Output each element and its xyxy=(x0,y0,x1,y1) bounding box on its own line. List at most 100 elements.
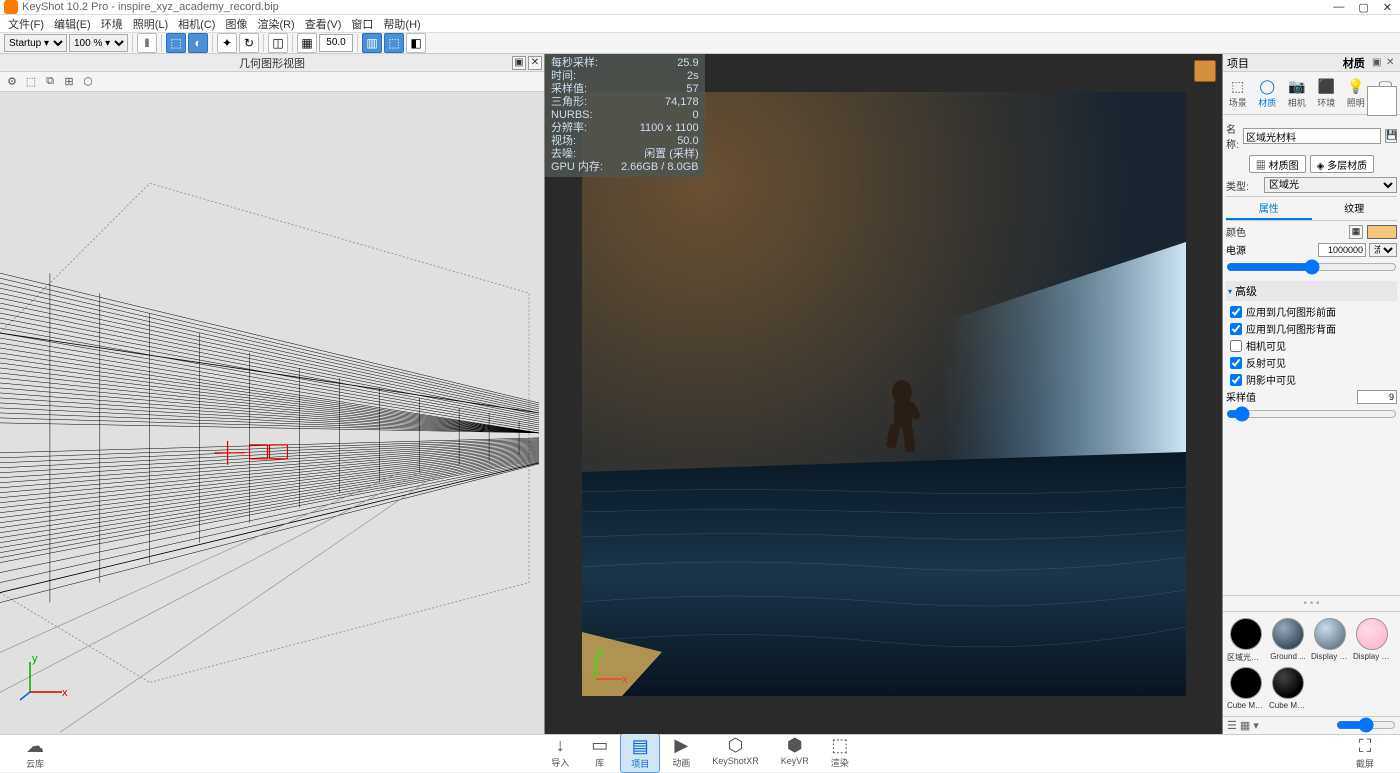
samples-slider[interactable] xyxy=(1226,406,1397,422)
tab-照明[interactable]: 💡照明 xyxy=(1343,75,1369,111)
subtab-textures[interactable]: 纹理 xyxy=(1312,197,1398,220)
zoom-select[interactable]: 100 % ▾ xyxy=(69,34,128,52)
thumbnail-size-slider[interactable] xyxy=(1336,717,1396,733)
grid-icon[interactable]: ⊞ xyxy=(61,74,77,90)
menu-env[interactable]: 环境 xyxy=(97,15,127,33)
material-ball[interactable]: Ground ... xyxy=(1269,618,1307,663)
pause-button[interactable]: ‖ xyxy=(137,33,157,53)
tab-环境[interactable]: ⬛环境 xyxy=(1313,75,1339,111)
tab-相机[interactable]: 📷相机 xyxy=(1284,75,1310,111)
tool-3[interactable]: ◫ xyxy=(268,33,288,53)
samples-label: 采样值 xyxy=(1226,389,1260,404)
material-ball[interactable]: Display c... xyxy=(1311,618,1349,663)
close-icon[interactable]: ✕ xyxy=(528,56,542,70)
link-icon[interactable]: ⧉ xyxy=(42,74,58,90)
left-pane-header: 几何图形视图 ▣ ✕ xyxy=(0,54,544,72)
material-name-input[interactable] xyxy=(1243,128,1381,144)
list-view-icon[interactable]: ☰ xyxy=(1227,719,1237,732)
tool-7[interactable]: ◧ xyxy=(406,33,426,53)
bottom-tab-KeyShotXR[interactable]: ⬡KeyShotXR xyxy=(702,733,769,773)
person-icon[interactable]: ⬡ xyxy=(80,74,96,90)
menu-lighting[interactable]: 照明(L) xyxy=(129,15,172,33)
screenshot-button[interactable]: ⛶截屏 xyxy=(1346,734,1384,772)
render-viewport[interactable]: 每秒采样:25.9 时间:2s 采样值:57 三角形:74,178 NURBS:… xyxy=(545,54,1222,734)
type-label: 类型: xyxy=(1226,178,1260,193)
advanced-header[interactable]: ▾高级 xyxy=(1226,281,1397,301)
check-相机可见[interactable] xyxy=(1230,340,1242,352)
material-ball[interactable]: Cube Mat... xyxy=(1227,667,1265,710)
bottom-tabbar: ☁云库 ↓导入▭库▤项目▶动画⬡KeyShotXR⬢KeyVR⬚渲染 ⛶截屏 xyxy=(0,734,1400,772)
material-ball[interactable]: 区域光材料 xyxy=(1227,618,1265,663)
gpu-button[interactable]: ◐ xyxy=(188,33,208,53)
close-icon[interactable]: ✕ xyxy=(1386,57,1398,69)
tool-4[interactable]: ▦ xyxy=(297,33,317,53)
save-icon[interactable]: 💾 xyxy=(1385,129,1397,143)
window-title: KeyShot 10.2 Pro - inspire_xyz_academy_r… xyxy=(22,1,1333,13)
material-graph-button[interactable]: ▦ 材质图 xyxy=(1249,155,1306,173)
material-library: 区域光材料Ground ...Display c...Display c...C… xyxy=(1223,611,1400,716)
samples-input[interactable] xyxy=(1357,390,1397,404)
menu-render[interactable]: 渲染(R) xyxy=(253,15,298,33)
power-label: 电源 xyxy=(1226,242,1260,257)
material-grid-handle[interactable]: • • • xyxy=(1223,595,1400,611)
power-slider[interactable] xyxy=(1226,259,1397,275)
material-type-select[interactable]: 区域光 xyxy=(1264,177,1397,193)
svg-text:y: y xyxy=(32,653,38,665)
svg-text:y: y xyxy=(598,647,604,658)
color-swatch[interactable] xyxy=(1367,225,1397,239)
close-button[interactable]: ✕ xyxy=(1383,1,1392,14)
properties-panel: 项目 材质 ▣✕ ⬚场景◯材质📷相机⬛环境💡照明🖵图像 名称: 💾 ▦ 材质图 … xyxy=(1222,54,1400,734)
power-unit-select[interactable]: 流明 xyxy=(1369,243,1397,257)
undock-icon[interactable]: ▣ xyxy=(1372,57,1384,69)
tab-材质[interactable]: ◯材质 xyxy=(1254,75,1280,111)
bottom-tab-项目[interactable]: ▤项目 xyxy=(620,733,660,773)
bottom-tab-库[interactable]: ▭库 xyxy=(581,733,618,773)
tool-5[interactable]: ▥ xyxy=(362,33,382,53)
name-label: 名称: xyxy=(1226,121,1239,151)
check-应用到几何图形背面[interactable] xyxy=(1230,323,1242,335)
titlebar: KeyShot 10.2 Pro - inspire_xyz_academy_r… xyxy=(0,0,1400,15)
bottom-tab-导入[interactable]: ↓导入 xyxy=(541,733,579,773)
geometry-viewport[interactable]: yx xyxy=(0,92,544,734)
menu-image[interactable]: 图像 xyxy=(221,15,251,33)
check-应用到几何图形前面[interactable] xyxy=(1230,306,1242,318)
tool-2[interactable]: ↻ xyxy=(239,33,259,53)
grid-view-icon[interactable]: ▦ xyxy=(1240,719,1250,732)
cube-icon[interactable]: ⬚ xyxy=(23,74,39,90)
left-subtoolbar: ⚙ ⬚ ⧉ ⊞ ⬡ xyxy=(0,72,544,92)
multilayer-button[interactable]: ◈ 多层材质 xyxy=(1310,155,1374,173)
undock-icon[interactable]: ▣ xyxy=(512,56,526,70)
menu-camera[interactable]: 相机(C) xyxy=(174,15,219,33)
gear-icon[interactable]: ⚙ xyxy=(4,74,20,90)
power-input[interactable] xyxy=(1318,243,1366,257)
menu-file[interactable]: 文件(F) xyxy=(4,15,48,33)
minimize-button[interactable]: — xyxy=(1333,1,1344,14)
axis-gizmo: yx xyxy=(20,652,70,704)
bottom-tab-动画[interactable]: ▶动画 xyxy=(662,733,700,773)
menu-edit[interactable]: 编辑(E) xyxy=(50,15,95,33)
fov-input[interactable]: 50.0 xyxy=(319,34,353,52)
maximize-button[interactable]: ▢ xyxy=(1358,1,1368,14)
subtab-properties[interactable]: 属性 xyxy=(1226,197,1312,220)
check-反射可见[interactable] xyxy=(1230,357,1242,369)
bottom-tab-渲染[interactable]: ⬚渲染 xyxy=(821,733,859,773)
material-ball[interactable]: Display c... xyxy=(1353,618,1391,663)
cloud-library-button[interactable]: ☁云库 xyxy=(16,734,54,772)
check-阴影中可见[interactable] xyxy=(1230,374,1242,386)
dropdown-icon[interactable]: ▾ xyxy=(1253,719,1259,732)
texture-icon[interactable]: ▦ xyxy=(1349,225,1363,239)
material-preview[interactable] xyxy=(1367,115,1397,116)
menu-help[interactable]: 帮助(H) xyxy=(379,15,424,33)
render-region-button[interactable] xyxy=(1194,60,1216,82)
material-ball[interactable]: Cube Mat... xyxy=(1269,667,1307,710)
tab-场景[interactable]: ⬚场景 xyxy=(1225,75,1251,111)
render-image: yx xyxy=(582,92,1186,696)
tool-6[interactable]: ⬚ xyxy=(384,33,404,53)
render-stats: 每秒采样:25.9 时间:2s 采样值:57 三角形:74,178 NURBS:… xyxy=(545,54,705,177)
bottom-tab-KeyVR[interactable]: ⬢KeyVR xyxy=(771,733,819,773)
workspace-select[interactable]: Startup ▾ xyxy=(4,34,67,52)
tool-1[interactable]: ✦ xyxy=(217,33,237,53)
cpu-button[interactable]: ⬚ xyxy=(166,33,186,53)
menu-window[interactable]: 窗口 xyxy=(347,15,377,33)
menu-view[interactable]: 查看(V) xyxy=(301,15,346,33)
